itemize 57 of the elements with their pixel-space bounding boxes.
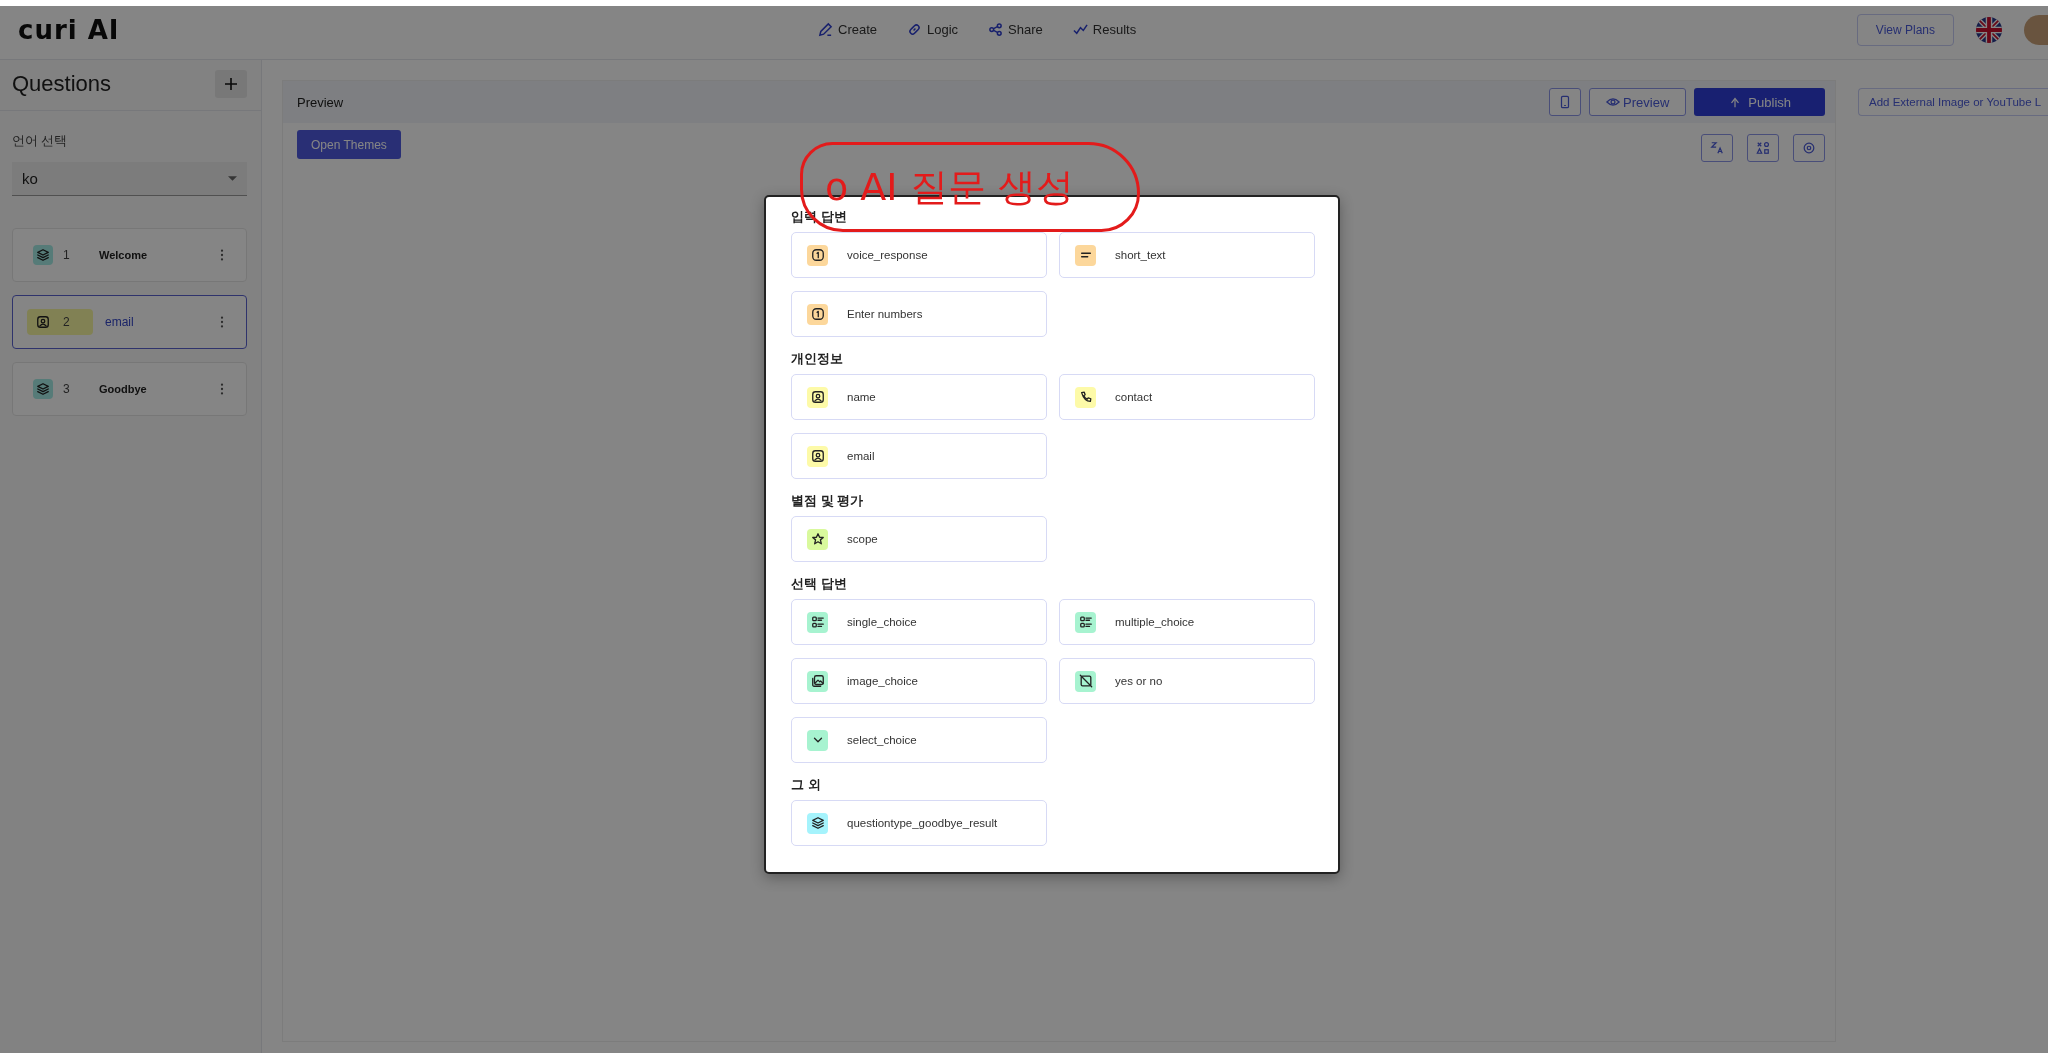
shapes-button[interactable] (1747, 134, 1779, 162)
translate-icon (1710, 141, 1724, 155)
shapes-icon (1756, 141, 1770, 155)
question-label: email (105, 315, 135, 329)
question-item[interactable]: 1 Welcome (12, 228, 247, 282)
nav-link[interactable]: Results (1072, 22, 1137, 37)
question-type-option[interactable]: yes or no (1059, 658, 1315, 704)
question-type-option[interactable]: select_choice (791, 717, 1047, 763)
mobile-view-button[interactable] (1549, 88, 1582, 116)
add-button[interactable] (215, 70, 247, 98)
question-number: 3 (63, 382, 70, 396)
nav-link[interactable]: Create (818, 22, 878, 37)
question-type-option[interactable]: questiontype_goodbye_result (791, 800, 1047, 846)
eye-icon (1606, 95, 1621, 109)
question-type-option[interactable]: contact (1059, 374, 1315, 420)
pen-icon (818, 22, 833, 37)
section-title: 선택 답변 (791, 575, 848, 593)
section-title: 그 외 (791, 776, 822, 794)
question-type-option[interactable]: voice_response (791, 232, 1047, 278)
question-item[interactable]: 3 Goodbye (12, 362, 247, 416)
settings-icon (1802, 141, 1816, 155)
translate-button[interactable] (1701, 134, 1733, 162)
language-label: 언어 선택 (12, 133, 69, 150)
publish-button[interactable]: Publish (1694, 88, 1825, 116)
question-label: Goodbye (99, 383, 148, 395)
question-type-option[interactable]: email (791, 433, 1047, 479)
more-icon[interactable] (220, 315, 224, 329)
question-type-option[interactable]: single_choice (791, 599, 1047, 645)
question-number: 2 (63, 315, 70, 329)
section-title: 개인정보 (791, 350, 844, 368)
question-type-option[interactable]: scope (791, 516, 1047, 562)
section-title: 별점 및 평가 (791, 492, 865, 510)
question-type-option[interactable]: name (791, 374, 1047, 420)
question-type-option[interactable]: image_choice (791, 658, 1047, 704)
language-select[interactable]: ko (12, 162, 247, 196)
plus-icon (223, 76, 239, 92)
app-logo: curi AI (18, 14, 121, 45)
question-item[interactable]: 2 email (12, 295, 247, 349)
question-type-option[interactable]: Enter numbers (791, 291, 1047, 337)
flag-icon[interactable] (1976, 16, 2002, 43)
sidebar-title: Questions (12, 71, 112, 97)
more-icon[interactable] (220, 382, 224, 396)
question-type-option[interactable]: short_text (1059, 232, 1315, 278)
share-icon (988, 22, 1004, 37)
preview-title: Preview (297, 94, 344, 110)
layers-icon (33, 379, 53, 399)
layers-icon (33, 245, 53, 265)
nav-link[interactable]: Share (988, 22, 1043, 37)
chart-icon (1072, 22, 1088, 37)
question-type-option[interactable]: multiple_choice (1059, 599, 1315, 645)
nav-link[interactable]: Logic (907, 22, 959, 37)
link-icon (907, 22, 923, 37)
caret-icon (228, 175, 237, 182)
settings-button[interactable] (1793, 134, 1825, 162)
question-label: Welcome (99, 249, 149, 261)
question-number: 1 (63, 248, 70, 262)
more-icon[interactable] (220, 248, 224, 262)
